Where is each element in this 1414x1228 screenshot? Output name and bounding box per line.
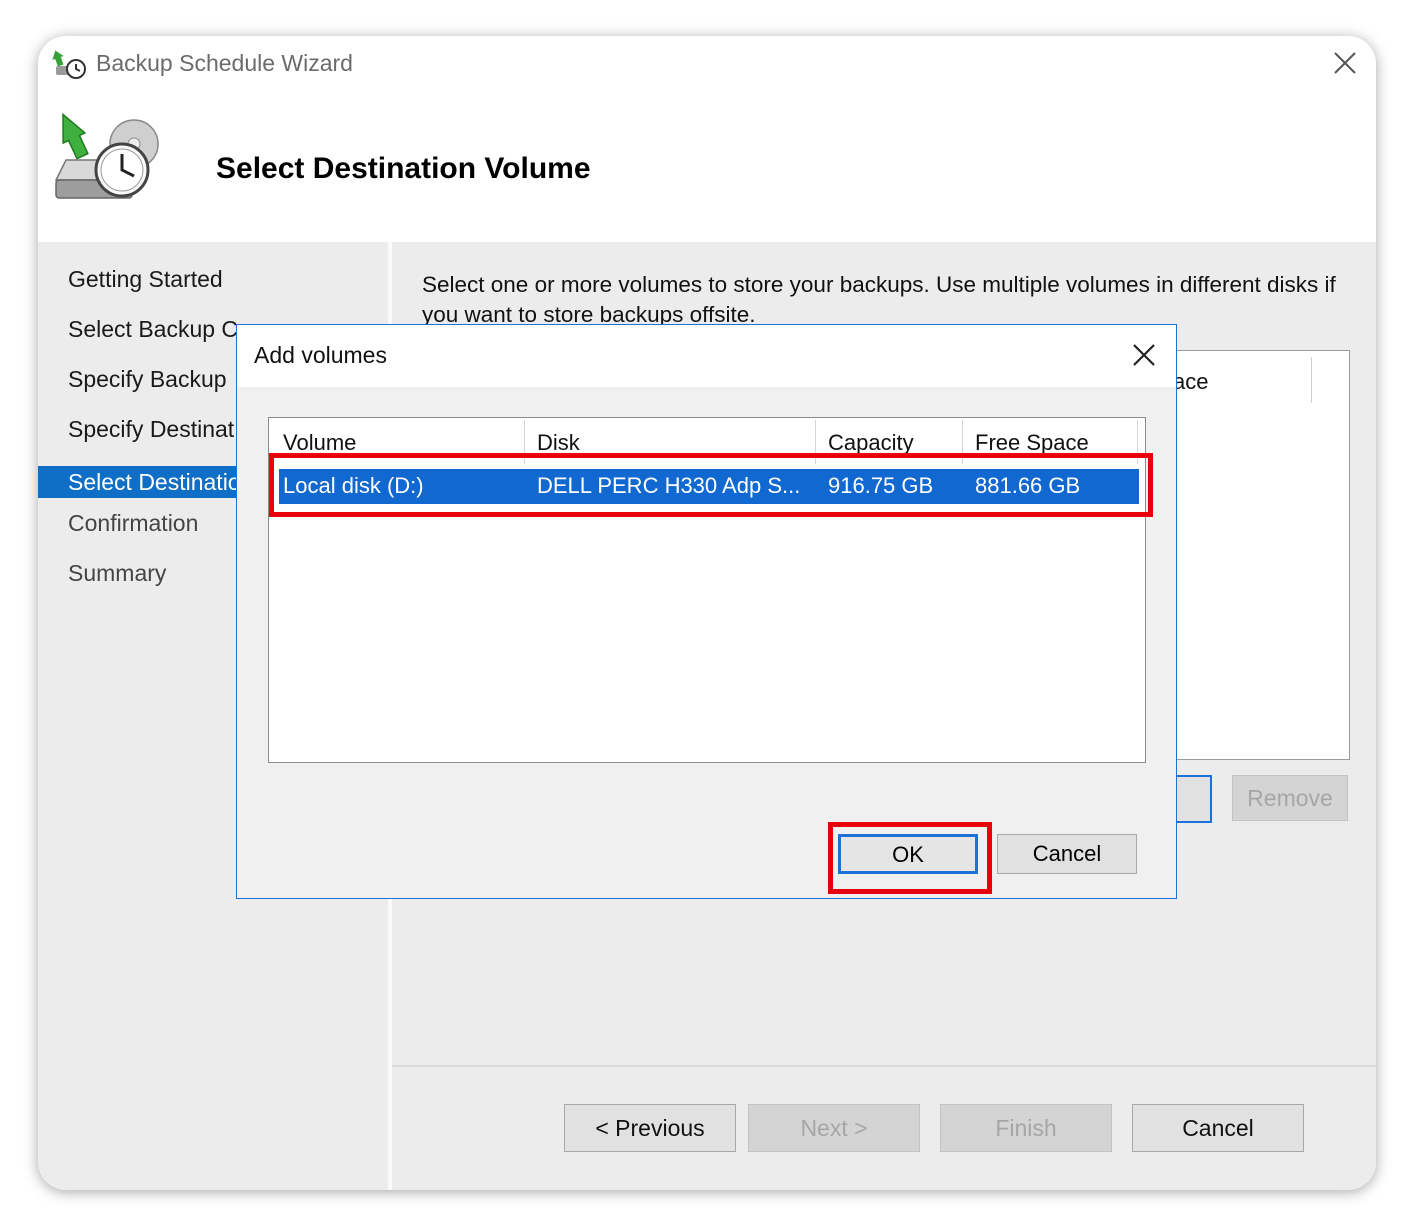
dialog-cancel-button[interactable]: Cancel [997,834,1137,874]
close-icon[interactable] [1328,46,1362,80]
nav-step-confirmation[interactable]: Confirmation [68,510,198,537]
nav-step-getting-started[interactable]: Getting Started [68,266,223,293]
backup-wizard-icon [52,48,88,80]
add-volumes-dialog: Add volumes Volume Disk Capacity Free Sp… [236,324,1177,899]
nav-step-specify-backup-time[interactable]: Specify Backup [68,366,227,393]
dialog-title: Add volumes [254,342,387,368]
dialog-title-bar: Add volumes [237,325,1176,387]
finish-button[interactable]: Finish [940,1104,1112,1152]
close-icon[interactable] [1130,341,1158,369]
nav-step-summary[interactable]: Summary [68,560,166,587]
remove-button[interactable]: Remove [1232,775,1348,821]
footer-divider [392,1065,1376,1067]
nav-step-specify-destination-type[interactable]: Specify Destinat [68,416,234,443]
backup-schedule-icon [52,108,162,208]
nav-step-select-backup-configuration[interactable]: Select Backup C [68,316,238,343]
list-header-free-space: ace [1173,369,1209,394]
highlight-box-selected-row [269,453,1153,517]
previous-button[interactable]: < Previous [564,1104,736,1152]
wizard-header: Select Destination Volume [38,92,1376,242]
window-title: Backup Schedule Wizard [96,50,353,76]
highlight-box-ok-button [828,822,992,894]
next-button[interactable]: Next > [748,1104,920,1152]
list-column-separator [1311,357,1312,403]
instructions-text: Select one or more volumes to store your… [422,272,1336,324]
title-bar: Backup Schedule Wizard [38,36,1376,92]
destination-volumes-list[interactable]: ace [1172,350,1350,760]
add-button[interactable] [1174,775,1212,823]
wizard-cancel-button[interactable]: Cancel [1132,1104,1304,1152]
page-title: Select Destination Volume [216,152,591,185]
